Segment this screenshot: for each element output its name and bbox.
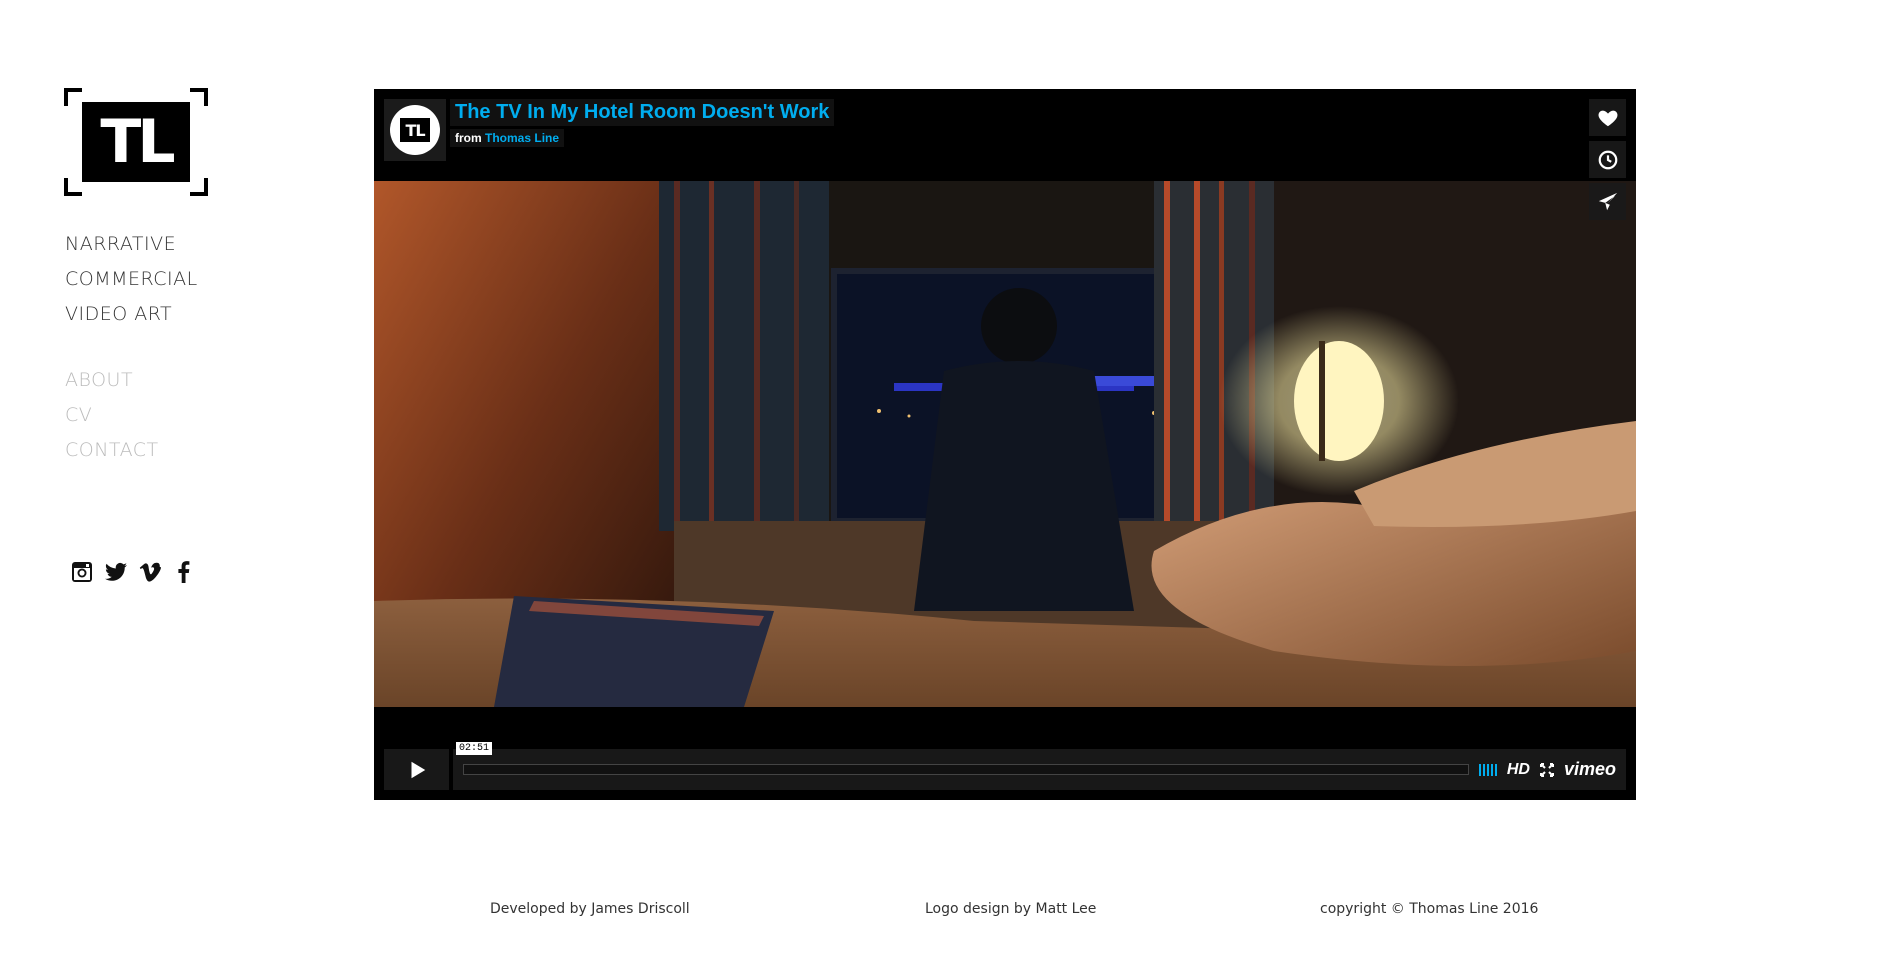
primary-nav: NARRATIVE COMMERCIAL VIDEO ART	[65, 227, 198, 332]
nav-item-about[interactable]: ABOUT	[65, 363, 159, 398]
fullscreen-button[interactable]	[1539, 762, 1554, 777]
video-byline: from Thomas Line	[450, 129, 565, 147]
facebook-icon[interactable]	[172, 560, 196, 584]
volume-bar	[1494, 763, 1497, 776]
vimeo-logo-link[interactable]: vimeo	[1564, 759, 1616, 780]
video-titles: The TV In My Hotel Room Doesn't Work fro…	[450, 99, 835, 161]
logo-corner-bracket	[64, 178, 82, 196]
volume-bar	[1486, 763, 1489, 776]
hd-button[interactable]: HD	[1507, 761, 1530, 779]
clock-icon	[1598, 150, 1617, 169]
share-button[interactable]	[1589, 183, 1626, 220]
volume-control[interactable]	[1478, 763, 1497, 776]
volume-bar	[1478, 763, 1481, 776]
instagram-icon[interactable]	[70, 560, 94, 584]
vimeo-icon[interactable]	[138, 560, 162, 584]
nav-item-narrative[interactable]: NARRATIVE	[65, 227, 198, 262]
footer-logo-credit: Logo design by Matt Lee	[925, 901, 1097, 917]
author-portrait[interactable]: TL	[384, 99, 446, 161]
twitter-icon[interactable]	[104, 560, 128, 584]
control-bar: 02:51 HD vimeo	[453, 742, 1626, 790]
play-button[interactable]	[384, 749, 449, 790]
progress-track[interactable]: 02:51	[456, 742, 1469, 775]
paper-plane-icon	[1598, 192, 1617, 210]
logo-corner-bracket	[190, 178, 208, 196]
footer-developer-credit: Developed by James Driscoll	[490, 901, 690, 917]
site-logo[interactable]: TL	[64, 88, 208, 196]
logo-text: TL	[82, 102, 190, 182]
volume-bar	[1482, 763, 1485, 776]
portrait-logo-text: TL	[400, 118, 430, 142]
player-controls: 02:51 HD vimeo	[384, 742, 1626, 790]
like-button[interactable]	[1589, 99, 1626, 136]
logo-corner-bracket	[64, 88, 82, 106]
nav-item-cv[interactable]: CV	[65, 398, 159, 433]
logo-corner-bracket	[190, 88, 208, 106]
video-player[interactable]: TL The TV In My Hotel Room Doesn't Work …	[374, 89, 1636, 800]
video-header: TL The TV In My Hotel Room Doesn't Work …	[384, 99, 835, 161]
footer-copyright: copyright © Thomas Line 2016	[1320, 901, 1539, 917]
video-frame[interactable]	[374, 181, 1636, 707]
volume-bar	[1490, 763, 1493, 776]
video-side-buttons	[1589, 99, 1626, 220]
video-title-link[interactable]: The TV In My Hotel Room Doesn't Work	[450, 99, 835, 126]
watch-later-button[interactable]	[1589, 141, 1626, 178]
fullscreen-icon	[1539, 762, 1554, 777]
portrait-circle: TL	[390, 105, 440, 155]
play-icon	[411, 761, 425, 778]
nav-item-video-art[interactable]: VIDEO ART	[65, 297, 198, 332]
heart-icon	[1598, 110, 1617, 126]
author-link[interactable]: Thomas Line	[485, 131, 559, 145]
byline-from-label: from	[455, 131, 482, 145]
nav-item-commercial[interactable]: COMMERCIAL	[65, 262, 198, 297]
secondary-nav: ABOUT CV CONTACT	[65, 363, 159, 468]
nav-item-contact[interactable]: CONTACT	[65, 433, 159, 468]
time-tooltip: 02:51	[456, 742, 493, 755]
social-links	[70, 560, 196, 584]
